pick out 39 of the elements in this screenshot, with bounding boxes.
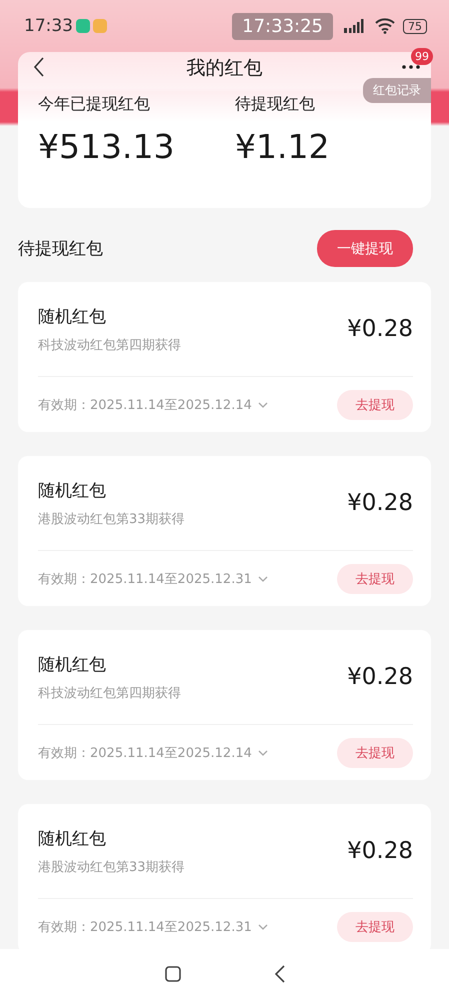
home-icon[interactable] <box>164 965 182 983</box>
packet-amount: ¥0.28 <box>347 490 413 516</box>
withdraw-button[interactable]: 去提现 <box>337 738 413 768</box>
packet-source: 港股波动红包第33期获得 <box>38 510 185 528</box>
withdraw-button[interactable]: 去提现 <box>337 564 413 594</box>
validity-text: 有效期：2025.11.14至2025.12.31 <box>38 571 252 588</box>
validity-text: 有效期：2025.11.14至2025.12.14 <box>38 745 252 762</box>
record-tooltip[interactable]: 红包记录 <box>363 78 431 103</box>
packet-amount: ¥0.28 <box>347 838 413 864</box>
withdraw-all-button[interactable]: 一键提现 <box>317 230 413 267</box>
status-time: 17:33 <box>24 16 73 36</box>
withdraw-button[interactable]: 去提现 <box>337 912 413 942</box>
battery-icon: 75 <box>403 18 427 34</box>
section-title: 待提现红包 <box>18 238 103 260</box>
validity-text: 有效期：2025.11.14至2025.12.31 <box>38 919 252 936</box>
back-icon[interactable] <box>274 964 286 984</box>
packet-source: 港股波动红包第33期获得 <box>38 858 185 876</box>
signal-icon <box>343 18 365 34</box>
wifi-icon <box>375 18 395 34</box>
summary-label: 待提现红包 <box>235 94 316 115</box>
withdraw-button[interactable]: 去提现 <box>337 390 413 420</box>
packet-name: 随机红包 <box>38 828 107 850</box>
summary-amount: ¥513.13 <box>38 127 176 166</box>
summary-label: 今年已提现红包 <box>38 94 151 115</box>
clock-label: 17:33:25 <box>232 12 333 40</box>
app-icon <box>76 19 90 33</box>
packet-name: 随机红包 <box>38 480 107 502</box>
packet-name: 随机红包 <box>38 306 107 328</box>
packet-name: 随机红包 <box>38 654 107 676</box>
packet-source: 科技波动红包第四期获得 <box>38 336 181 354</box>
packet-amount: ¥0.28 <box>347 316 413 342</box>
page-title: 我的红包 <box>186 56 262 81</box>
packet-source: 科技波动红包第四期获得 <box>38 684 181 702</box>
notification-badge: 99 <box>411 48 433 65</box>
summary-amount: ¥1.12 <box>235 127 330 166</box>
back-icon[interactable] <box>32 56 46 78</box>
packet-amount: ¥0.28 <box>347 664 413 690</box>
more-icon[interactable] <box>401 64 421 70</box>
validity-text: 有效期：2025.11.14至2025.12.14 <box>38 397 252 414</box>
